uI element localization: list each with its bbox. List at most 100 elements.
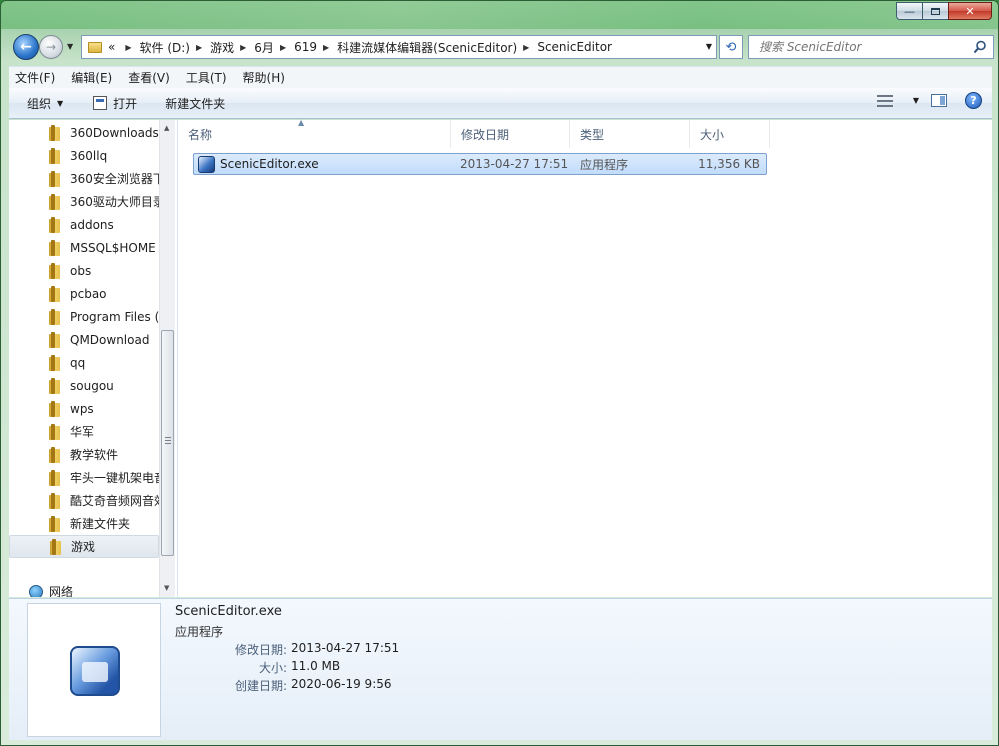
network-icon [29, 584, 43, 597]
tree-item[interactable]: 华军 [9, 420, 159, 443]
column-type-label: 类型 [580, 127, 605, 142]
folder-icon [50, 538, 64, 555]
breadcrumb-item[interactable]: ▶ ScenicEditor [517, 40, 612, 54]
menu-view[interactable]: 查看(V) [128, 69, 170, 86]
tree-item[interactable]: 360安全浏览器下 [9, 167, 159, 190]
tree-label: Program Files ( [70, 309, 159, 324]
scrollbar-thumb[interactable] [161, 330, 174, 556]
tree-label: qq [70, 355, 86, 370]
tree-item[interactable]: 新建文件夹 [9, 512, 159, 535]
view-controls: ▼ ? [876, 92, 982, 109]
forward-button[interactable]: → [39, 35, 63, 59]
breadcrumb-item[interactable]: ▶ 科建流媒体编辑器(ScenicEditor) [317, 39, 517, 56]
tree-item[interactable]: 360llq [9, 144, 159, 167]
folder-icon [49, 239, 63, 256]
column-size[interactable]: 大小 [690, 120, 770, 148]
tree-item[interactable]: wps [9, 397, 159, 420]
breadcrumb-item[interactable]: ▶ 6月 [234, 39, 274, 56]
details-modified-value: 2013-04-27 17:51 [291, 641, 400, 655]
scroll-up-icon[interactable]: ▲ [164, 124, 169, 132]
folder-icon [49, 400, 63, 417]
breadcrumb-item[interactable]: ▶ 619 [274, 40, 317, 54]
breadcrumb-arrow-icon[interactable]: ▶ [523, 43, 529, 52]
column-modified-label: 修改日期 [461, 127, 510, 142]
menu-edit[interactable]: 编辑(E) [71, 69, 112, 86]
tree-item[interactable]: QMDownload [9, 328, 159, 351]
maximize-button[interactable] [922, 2, 948, 20]
column-name-label: 名称 [188, 127, 213, 142]
file-name: ScenicEditor.exe [220, 157, 319, 171]
column-name[interactable]: 名称 ▲ [178, 118, 451, 148]
column-modified[interactable]: 修改日期 [451, 120, 570, 148]
tree-label: 新建文件夹 [70, 517, 131, 531]
navigation-pane: 360Downloads 360llq 360安全浏览器下 360驱动大师目录 addo… [9, 120, 175, 597]
breadcrumb-arrow-icon[interactable]: ▶ [125, 43, 131, 52]
breadcrumb-label: 6月 [254, 40, 274, 55]
application-large-icon [70, 646, 120, 696]
sort-ascending-icon: ▲ [298, 118, 305, 127]
menu-file[interactable]: 文件(F) [15, 69, 55, 86]
file-type: 应用程序 [580, 157, 629, 172]
search-icon[interactable] [973, 40, 987, 54]
tree-item[interactable]: 游戏 [9, 535, 159, 558]
tree-item[interactable]: qq [9, 351, 159, 374]
menu-tools[interactable]: 工具(T) [186, 69, 227, 86]
menu-help[interactable]: 帮助(H) [243, 69, 285, 86]
open-button[interactable]: 打开 [87, 91, 143, 115]
column-type[interactable]: 类型 [570, 120, 690, 148]
background-window-strip [1, 1, 998, 29]
minimize-button[interactable]: — [896, 2, 922, 20]
organize-button[interactable]: 组织 ▼ [21, 91, 69, 115]
breadcrumb-item[interactable]: ▶ 游戏 [190, 39, 234, 56]
file-row[interactable]: ScenicEditor.exe 2013-04-27 17:51 应用程序 1… [193, 153, 767, 175]
back-button[interactable]: ← [13, 34, 39, 60]
tree-item[interactable]: Program Files ( [9, 305, 159, 328]
details-created-value: 2020-06-19 9:56 [291, 677, 392, 691]
caption-buttons: — ✕ [896, 2, 992, 20]
tree-item[interactable]: 360驱动大师目录 [9, 190, 159, 213]
new-folder-button[interactable]: 新建文件夹 [159, 91, 231, 115]
address-overflow[interactable]: « [108, 40, 115, 54]
view-dropdown-icon[interactable]: ▼ [913, 96, 919, 105]
tree-label: MSSQL$HOME [70, 240, 156, 255]
address-bar[interactable]: « ▶ 软件 (D:) ▶ 游戏 ▶ 6月 ▶ 619 ▶ 科建流媒体编辑器(ScenicEdit… [81, 35, 717, 59]
breadcrumb-arrow-icon[interactable]: ▶ [240, 43, 246, 52]
preview-pane-icon[interactable] [931, 94, 947, 107]
breadcrumb-arrow-icon[interactable]: ▶ [196, 43, 202, 52]
breadcrumb-label: 游戏 [210, 40, 235, 55]
breadcrumb-label: 619 [294, 40, 317, 54]
folder-icon [49, 515, 63, 532]
tree-item-network[interactable]: 网络 [29, 583, 73, 597]
folder-icon [49, 308, 63, 325]
tree-item[interactable]: 酷艾奇音频网音效 [9, 489, 159, 512]
scroll-down-icon[interactable]: ▼ [164, 584, 169, 592]
tree-item[interactable]: 360Downloads [9, 121, 159, 144]
search-input[interactable] [759, 40, 959, 54]
help-icon[interactable]: ? [965, 92, 982, 109]
tree-label: 华军 [70, 425, 95, 439]
tree-item[interactable]: 牢头一键机架电音 [9, 466, 159, 489]
nav-pane-scrollbar[interactable]: ▲ ▼ [159, 120, 175, 597]
tree-item[interactable]: MSSQL$HOME [9, 236, 159, 259]
folder-icon [49, 170, 63, 187]
view-options-icon[interactable] [876, 94, 893, 107]
menu-bar: 文件(F) 编辑(E) 查看(V) 工具(T) 帮助(H) [9, 66, 992, 88]
tree-item[interactable]: sougou [9, 374, 159, 397]
folder-icon [49, 216, 63, 233]
breadcrumb-arrow-icon[interactable]: ▶ [323, 43, 329, 52]
tree-item[interactable]: 教学软件 [9, 443, 159, 466]
tree-item[interactable]: pcbao [9, 282, 159, 305]
breadcrumb-label: ScenicEditor [537, 40, 612, 54]
refresh-button[interactable]: ⟲ [719, 35, 743, 59]
breadcrumb-arrow-icon[interactable]: ▶ [280, 43, 286, 52]
tree-item[interactable]: addons [9, 213, 159, 236]
grip-icon [165, 437, 171, 446]
address-dropdown-icon[interactable]: ▼ [706, 42, 712, 51]
close-button[interactable]: ✕ [948, 2, 992, 20]
breadcrumb-item[interactable]: ▶ 软件 (D:) [119, 39, 190, 56]
open-label: 打开 [113, 96, 138, 111]
tree-item[interactable]: obs [9, 259, 159, 282]
details-created-label: 创建日期: [234, 679, 287, 693]
recent-pages-dropdown[interactable]: ▼ [67, 42, 73, 51]
search-box[interactable] [748, 35, 994, 59]
